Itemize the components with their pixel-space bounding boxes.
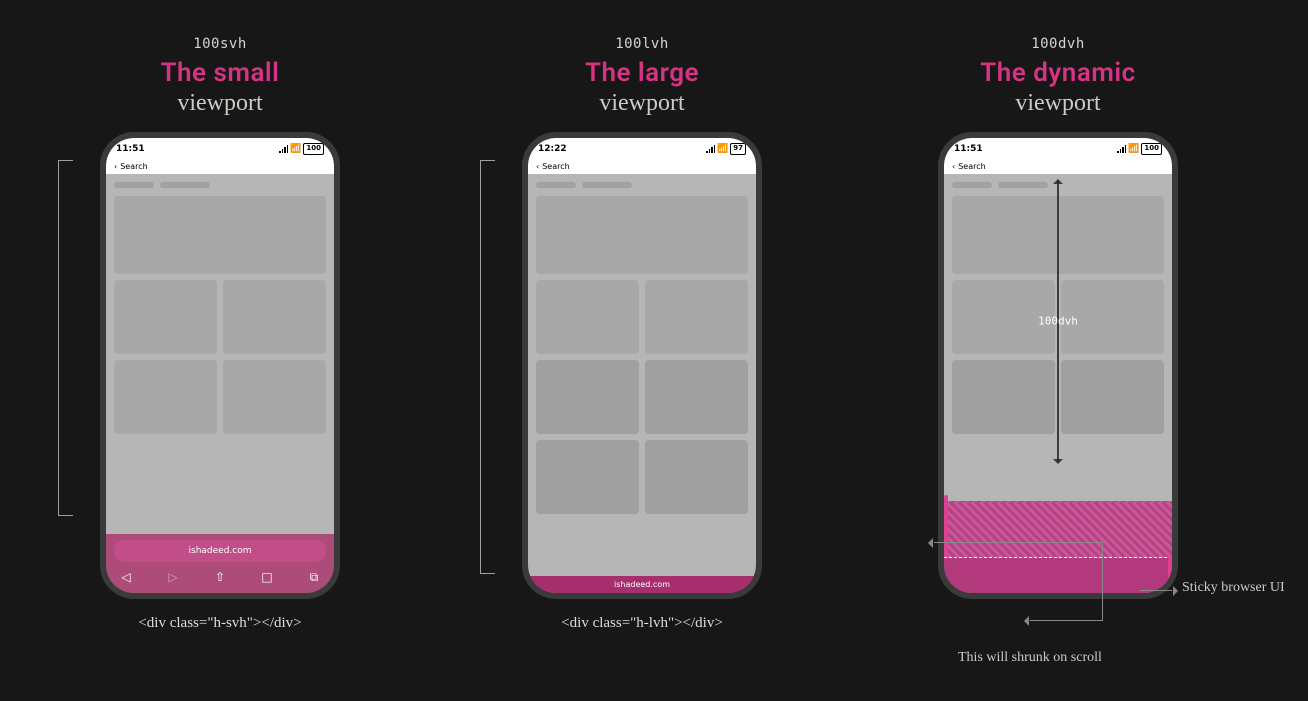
- url-bar: ishadeed.com: [114, 540, 326, 562]
- title-sub-lvh: viewport: [599, 89, 684, 118]
- skeleton-block: [223, 360, 326, 434]
- skeleton-block: [114, 196, 326, 274]
- skeleton-block: [952, 360, 1055, 434]
- skeleton-block: [536, 360, 639, 434]
- phone-dvh: 11:51 📶 100 ‹ Search: [938, 132, 1178, 599]
- back-text: Search: [542, 162, 569, 171]
- chevron-left-icon: ‹: [952, 162, 955, 171]
- title-pink-dvh: The dynamic: [980, 58, 1135, 89]
- status-time: 11:51: [116, 144, 145, 154]
- title-pink-svh: The small: [161, 58, 280, 89]
- wifi-icon: 📶: [290, 144, 301, 154]
- skeleton-block: [645, 360, 748, 434]
- battery-icon: 100: [1141, 143, 1162, 155]
- url-strip: ishadeed.com: [528, 576, 756, 593]
- share-icon: ⇧: [212, 570, 228, 584]
- skeleton-block: [223, 280, 326, 354]
- unit-label-dvh: 100dvh: [1031, 36, 1085, 52]
- column-dvh: 100dvh The dynamic viewport 11:51 📶 100 …: [898, 36, 1218, 599]
- skeleton-block: [114, 360, 217, 434]
- title-sub-svh: viewport: [177, 89, 262, 118]
- annotation-sticky: Sticky browser UI: [1182, 580, 1285, 596]
- annotation-shrunk: This will shrunk on scroll: [958, 650, 1102, 666]
- dvh-collapse-zone: [944, 501, 1172, 558]
- measure-bracket-lvh: [480, 160, 497, 574]
- column-lvh: 100lvh The large viewport 12:22 📶 97 ‹ S…: [482, 36, 802, 632]
- column-svh: 100svh The small viewport 11:51 📶 100 ‹ …: [60, 36, 380, 632]
- battery-icon: 97: [730, 143, 746, 155]
- title-sub-dvh: viewport: [1015, 89, 1100, 118]
- content-area: ishadeed.com ◁ ▷ ⇧ □︎ ⧉: [106, 174, 334, 593]
- skeleton-block: [645, 280, 748, 354]
- phone-wrap-dvh: 11:51 📶 100 ‹ Search: [926, 132, 1190, 599]
- book-icon: □︎: [259, 570, 275, 584]
- dvh-accent-left: [944, 495, 948, 557]
- content-area: ishadeed.com: [528, 174, 756, 593]
- phone-wrap-svh: 11:51 📶 100 ‹ Search: [88, 132, 352, 599]
- safari-toolbar: ishadeed.com ◁ ▷ ⇧ □︎ ⧉: [106, 534, 334, 593]
- skeleton-block: [1061, 360, 1164, 434]
- status-time: 11:51: [954, 144, 983, 154]
- forward-icon: ▷: [165, 570, 181, 584]
- phone-lvh: 12:22 📶 97 ‹ Search: [522, 132, 762, 599]
- tabs-icon: ⧉: [306, 570, 322, 585]
- phone-wrap-lvh: 12:22 📶 97 ‹ Search: [510, 132, 774, 599]
- battery-icon: 100: [303, 143, 324, 155]
- wifi-icon: 📶: [717, 144, 728, 154]
- dvh-arrow-label: 100dvh: [1038, 315, 1078, 328]
- back-icon: ◁: [118, 570, 134, 584]
- lead-line-shrunk-h2: [1030, 620, 1103, 621]
- skeleton-blocks: [536, 196, 748, 514]
- lead-line-shrunk-v: [1102, 542, 1103, 620]
- skeleton-block: [114, 280, 217, 354]
- chevron-left-icon: ‹: [114, 162, 117, 171]
- signal-icon: [279, 145, 288, 153]
- wifi-icon: 📶: [1128, 144, 1139, 154]
- lead-line-shrunk-h: [934, 542, 1102, 543]
- unit-label-svh: 100svh: [193, 36, 247, 52]
- signal-icon: [706, 145, 715, 153]
- status-time: 12:22: [538, 144, 567, 154]
- back-text: Search: [120, 162, 147, 171]
- status-bar: 11:51 📶 100: [944, 138, 1172, 160]
- unit-label-lvh: 100lvh: [615, 36, 669, 52]
- signal-icon: [1117, 145, 1126, 153]
- code-caption-lvh: <div class="h-lvh"></div>: [561, 615, 723, 632]
- skeleton-blocks: [114, 196, 326, 434]
- back-text: Search: [958, 162, 985, 171]
- toolbar-icons: ◁ ▷ ⇧ □︎ ⧉: [114, 570, 326, 585]
- skeleton-block: [536, 280, 639, 354]
- lead-line-sticky: [1140, 590, 1172, 591]
- chevron-left-icon: ‹: [536, 162, 539, 171]
- skeleton-block: [536, 440, 639, 514]
- skeleton-heading: [114, 182, 326, 188]
- diagram-canvas: 100svh The small viewport 11:51 📶 100 ‹ …: [0, 0, 1308, 701]
- content-area: 100dvh: [944, 174, 1172, 593]
- skeleton-block: [645, 440, 748, 514]
- dvh-accent-right: [1168, 555, 1172, 593]
- title-pink-lvh: The large: [585, 58, 699, 89]
- status-bar: 12:22 📶 97: [528, 138, 756, 160]
- skeleton-heading: [536, 182, 748, 188]
- status-bar: 11:51 📶 100: [106, 138, 334, 160]
- code-caption-svh: <div class="h-svh"></div>: [138, 615, 301, 632]
- measure-bracket-svh: [58, 160, 75, 516]
- dvh-sticky-zone: [944, 558, 1172, 593]
- skeleton-block: [536, 196, 748, 274]
- phone-svh: 11:51 📶 100 ‹ Search: [100, 132, 340, 599]
- dvh-measure-arrow: 100dvh: [1057, 180, 1059, 463]
